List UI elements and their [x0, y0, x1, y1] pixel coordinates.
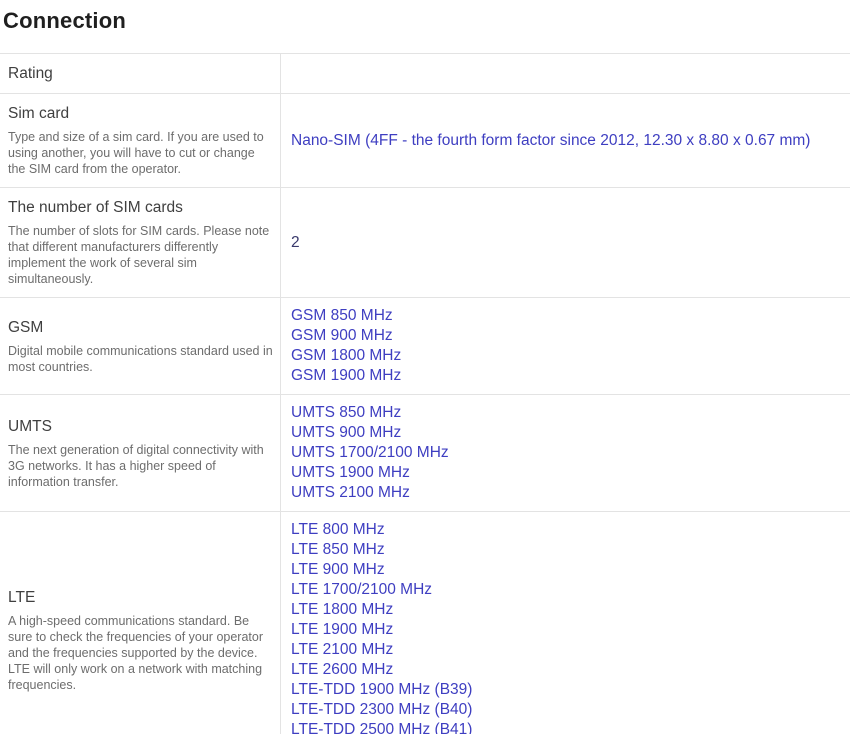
spec-label-cell: The number of SIM cards The number of sl…	[0, 188, 281, 297]
spec-value-cell: 2	[281, 188, 850, 297]
spec-value-link[interactable]: Nano-SIM (4FF - the fourth form factor s…	[291, 131, 840, 151]
spec-value-link[interactable]: LTE-TDD 2300 MHz (B40)	[291, 700, 840, 720]
spec-label: UMTS	[8, 417, 274, 436]
spec-value-link[interactable]: GSM 1800 MHz	[291, 346, 840, 366]
spec-value-cell	[281, 54, 850, 93]
spec-value-link[interactable]: LTE 900 MHz	[291, 560, 840, 580]
spec-value-link[interactable]: LTE 800 MHz	[291, 520, 840, 540]
section-title: Connection	[3, 8, 850, 34]
spec-description: The number of slots for SIM cards. Pleas…	[8, 223, 274, 287]
spec-value-cell: UMTS 850 MHzUMTS 900 MHzUMTS 1700/2100 M…	[281, 395, 850, 511]
specifications-page: Connection Rating Sim card Type and size…	[0, 0, 850, 734]
spec-value-link[interactable]: LTE 850 MHz	[291, 540, 840, 560]
spec-value-link[interactable]: GSM 850 MHz	[291, 306, 840, 326]
spec-row: The number of SIM cards The number of sl…	[0, 188, 850, 298]
spec-label: LTE	[8, 588, 274, 607]
spec-value-link[interactable]: LTE 1900 MHz	[291, 620, 840, 640]
spec-value-link[interactable]: UMTS 850 MHz	[291, 403, 840, 423]
spec-value-cell: GSM 850 MHzGSM 900 MHzGSM 1800 MHzGSM 19…	[281, 298, 850, 394]
spec-label-cell: Rating	[0, 54, 281, 93]
spec-row: LTE A high-speed communications standard…	[0, 512, 850, 734]
spec-label: The number of SIM cards	[8, 198, 274, 217]
spec-label-cell: LTE A high-speed communications standard…	[0, 512, 281, 734]
spec-value-link[interactable]: UMTS 1900 MHz	[291, 463, 840, 483]
spec-row: Rating	[0, 54, 850, 94]
spec-label-cell: GSM Digital mobile communications standa…	[0, 298, 281, 394]
spec-value-link[interactable]: LTE 2600 MHz	[291, 660, 840, 680]
spec-value-link[interactable]: LTE-TDD 2500 MHz (B41)	[291, 720, 840, 734]
spec-label: GSM	[8, 318, 274, 337]
spec-row: UMTS The next generation of digital conn…	[0, 395, 850, 512]
spec-value-link[interactable]: LTE 1800 MHz	[291, 600, 840, 620]
spec-label: Sim card	[8, 104, 274, 123]
spec-label: Rating	[8, 64, 274, 83]
spec-label-cell: Sim card Type and size of a sim card. If…	[0, 94, 281, 187]
spec-value-link[interactable]: UMTS 1700/2100 MHz	[291, 443, 840, 463]
spec-value-link[interactable]: GSM 1900 MHz	[291, 366, 840, 386]
spec-value-text: 2	[291, 233, 840, 253]
spec-value-link[interactable]: LTE 1700/2100 MHz	[291, 580, 840, 600]
spec-value-cell: Nano-SIM (4FF - the fourth form factor s…	[281, 94, 850, 187]
spec-value-link[interactable]: GSM 900 MHz	[291, 326, 840, 346]
spec-value-link[interactable]: LTE-TDD 1900 MHz (B39)	[291, 680, 840, 700]
spec-description: Type and size of a sim card. If you are …	[8, 129, 274, 177]
spec-value-link[interactable]: UMTS 2100 MHz	[291, 483, 840, 503]
spec-label-cell: UMTS The next generation of digital conn…	[0, 395, 281, 511]
spec-value-cell: LTE 800 MHzLTE 850 MHzLTE 900 MHzLTE 170…	[281, 512, 850, 734]
spec-row: GSM Digital mobile communications standa…	[0, 298, 850, 395]
spec-row: Sim card Type and size of a sim card. If…	[0, 94, 850, 188]
spec-table: Rating Sim card Type and size of a sim c…	[0, 53, 850, 734]
spec-description: A high-speed communications standard. Be…	[8, 613, 274, 693]
spec-value-link[interactable]: LTE 2100 MHz	[291, 640, 840, 660]
spec-description: Digital mobile communications standard u…	[8, 343, 274, 375]
spec-description: The next generation of digital connectiv…	[8, 442, 274, 490]
spec-value-link[interactable]: UMTS 900 MHz	[291, 423, 840, 443]
